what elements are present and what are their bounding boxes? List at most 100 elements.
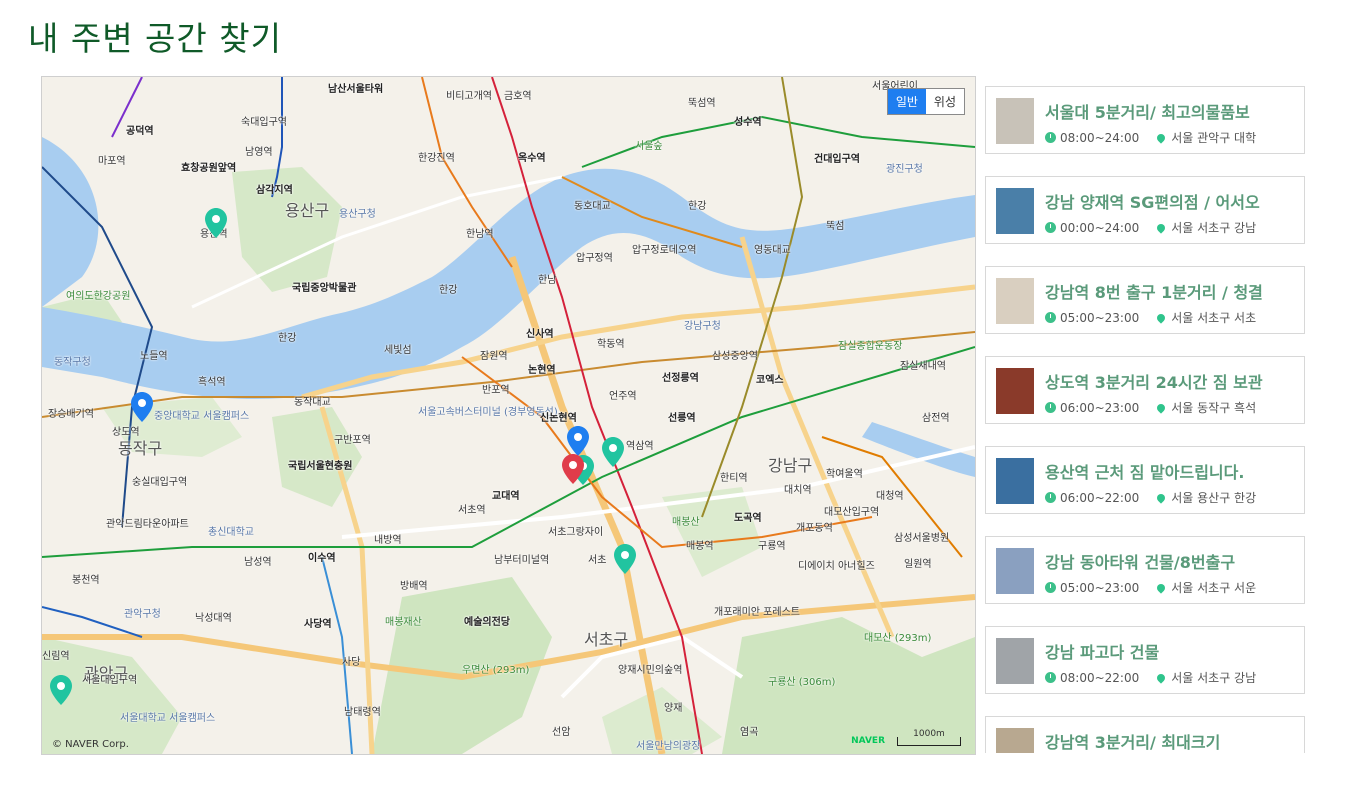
map-pin-marker[interactable] [567, 426, 589, 456]
space-thumbnail [996, 188, 1034, 234]
clock-icon [1045, 312, 1056, 323]
map-label: 선암 [552, 727, 571, 738]
space-title[interactable]: 강남 파고다 건물 [1045, 639, 1159, 663]
map-view[interactable]: 일반 위성 용산구 동작구 강남구 서초구 관악구 남산서울타워 비티고개역 금… [41, 76, 976, 755]
map-label: 이수역 [308, 553, 336, 564]
map-label: 삼성중앙역 [712, 351, 758, 362]
map-label: 뚝섬 [826, 221, 845, 232]
space-thumbnail [996, 98, 1034, 144]
map-label: 삼전역 [922, 413, 950, 424]
map-label: 흑석역 [198, 377, 226, 388]
map-label: 남부터미널역 [494, 555, 550, 566]
location-pin-icon [1155, 581, 1167, 594]
space-hours: 06:00~23:00 [1060, 400, 1140, 415]
map-label: 상도역 [112, 427, 140, 438]
space-thumbnail [996, 728, 1034, 753]
space-title[interactable]: 강남 양재역 SG편의점 / 어서오 [1045, 189, 1260, 213]
map-label: 마포역 [98, 156, 126, 167]
map-label: 국립중앙박물관 [292, 283, 357, 294]
map-label: 양재 [664, 703, 683, 714]
map-label: 매봉산 [672, 517, 700, 528]
space-meta: 05:00~23:00 서울 서초구 서초 [1045, 309, 1256, 326]
map-label: 강남구청 [684, 321, 721, 332]
space-meta: 08:00~22:00 서울 서초구 강남 [1045, 669, 1256, 686]
map-label: 한티역 [720, 473, 748, 484]
district-label: 용산구 [285, 201, 330, 220]
map-label: 서울대학교 서울캠퍼스 [120, 713, 216, 724]
map-label: 신논현역 [540, 413, 577, 424]
map-label: 옥수역 [518, 153, 546, 164]
map-label: 한남 [538, 275, 557, 286]
space-card[interactable]: 상도역 3분거리 24시간 짐 보관 06:00~23:00 서울 동작구 흑석 [985, 356, 1305, 424]
map-copyright: © NAVER Corp. [52, 739, 129, 750]
map-label: 대모산 (293m) [864, 633, 932, 644]
space-title[interactable]: 용산역 근처 짐 맡아드립니다. [1045, 459, 1244, 483]
map-label: 잠원역 [480, 351, 508, 362]
space-card[interactable]: 서울대 5분거리/ 최고의물품보 08:00~24:00 서울 관악구 대학 [985, 86, 1305, 154]
map-pin-marker[interactable] [205, 208, 227, 238]
map-label: 관악구청 [124, 609, 161, 620]
space-title[interactable]: 강남 동아타워 건물/8번출구 [1045, 549, 1235, 573]
map-label: 일원역 [904, 559, 932, 570]
map-label: 개포동역 [796, 523, 833, 534]
space-card[interactable]: 용산역 근처 짐 맡아드립니다. 06:00~22:00 서울 용산구 한강 [985, 446, 1305, 514]
map-label: 서초그랑자이 [548, 527, 604, 538]
map-label: 숙대입구역 [241, 117, 287, 128]
space-location: 서울 서초구 서운 [1171, 581, 1257, 595]
space-card[interactable]: 강남역 8번 출구 1분거리 / 청결 05:00~23:00 서울 서초구 서초 [985, 266, 1305, 334]
map-label: 세빛섬 [384, 345, 412, 356]
map-label: 코엑스 [756, 375, 784, 386]
map-label: 내방역 [374, 535, 402, 546]
map-type-satellite-button[interactable]: 위성 [926, 89, 964, 114]
clock-icon [1045, 672, 1056, 683]
location-pin-icon [1155, 401, 1167, 414]
map-label: 대치역 [784, 485, 812, 496]
map-label: 대모산입구역 [824, 507, 880, 518]
map-pin-marker[interactable] [131, 392, 153, 422]
space-title[interactable]: 강남역 3분거리/ 최대크기 [1045, 729, 1220, 753]
map-label: 한강 [688, 201, 707, 212]
space-thumbnail [996, 278, 1034, 324]
map-label: 개포래미안 포레스트 [714, 607, 800, 618]
map-label: 양재시민의숲역 [618, 665, 683, 676]
map-pin-marker[interactable] [50, 675, 72, 705]
map-label: 반포역 [482, 385, 510, 396]
space-title[interactable]: 강남역 8번 출구 1분거리 / 청결 [1045, 279, 1263, 303]
space-location: 서울 서초구 강남 [1171, 671, 1257, 685]
space-card[interactable]: 강남 양재역 SG편의점 / 어서오 00:00~24:00 서울 서초구 강남 [985, 176, 1305, 244]
map-label: 남영역 [245, 147, 273, 158]
space-title[interactable]: 상도역 3분거리 24시간 짐 보관 [1045, 369, 1263, 393]
map-pin-marker[interactable] [614, 544, 636, 574]
space-meta: 06:00~23:00 서울 동작구 흑석 [1045, 399, 1256, 416]
space-card[interactable]: 강남역 3분거리/ 최대크기 [985, 716, 1305, 753]
map-pin-marker[interactable] [602, 437, 624, 467]
map-label: 방배역 [400, 581, 428, 592]
location-pin-icon [1155, 311, 1167, 324]
map-label: 효창공원앞역 [181, 163, 237, 174]
map-label: 낙성대역 [195, 613, 232, 624]
map-pin-marker[interactable] [562, 454, 584, 484]
space-title[interactable]: 서울대 5분거리/ 최고의물품보 [1045, 99, 1250, 123]
clock-icon [1045, 132, 1056, 143]
map-label: 여의도한강공원 [66, 291, 131, 302]
map-label: 용산구청 [339, 209, 376, 220]
map-label: 봉천역 [72, 575, 100, 586]
map-label: 압구정로데오역 [632, 245, 697, 256]
map-label: 선릉역 [668, 413, 696, 424]
location-pin-icon [1155, 491, 1167, 504]
map-type-normal-button[interactable]: 일반 [887, 89, 926, 114]
map-label: 예술의전당 [464, 617, 510, 628]
map-scale-bar: 1000m [897, 730, 961, 746]
map-label: 비티고개역 [446, 91, 492, 102]
map-label: 역삼역 [626, 441, 654, 452]
space-card[interactable]: 강남 파고다 건물 08:00~22:00 서울 서초구 강남 [985, 626, 1305, 694]
space-card[interactable]: 강남 동아타워 건물/8번출구 05:00~23:00 서울 서초구 서운 [985, 536, 1305, 604]
map-label: 서울숲 [635, 141, 663, 152]
map-label: 대청역 [876, 491, 904, 502]
map-type-toggle[interactable]: 일반 위성 [886, 88, 965, 115]
space-location: 서울 동작구 흑석 [1171, 401, 1257, 415]
space-list: 서울대 5분거리/ 최고의물품보 08:00~24:00 서울 관악구 대학 강남… [985, 86, 1305, 753]
map-label: 언주역 [609, 391, 637, 402]
map-label: 영동대교 [754, 245, 791, 256]
map-label: 선정릉역 [662, 373, 699, 384]
